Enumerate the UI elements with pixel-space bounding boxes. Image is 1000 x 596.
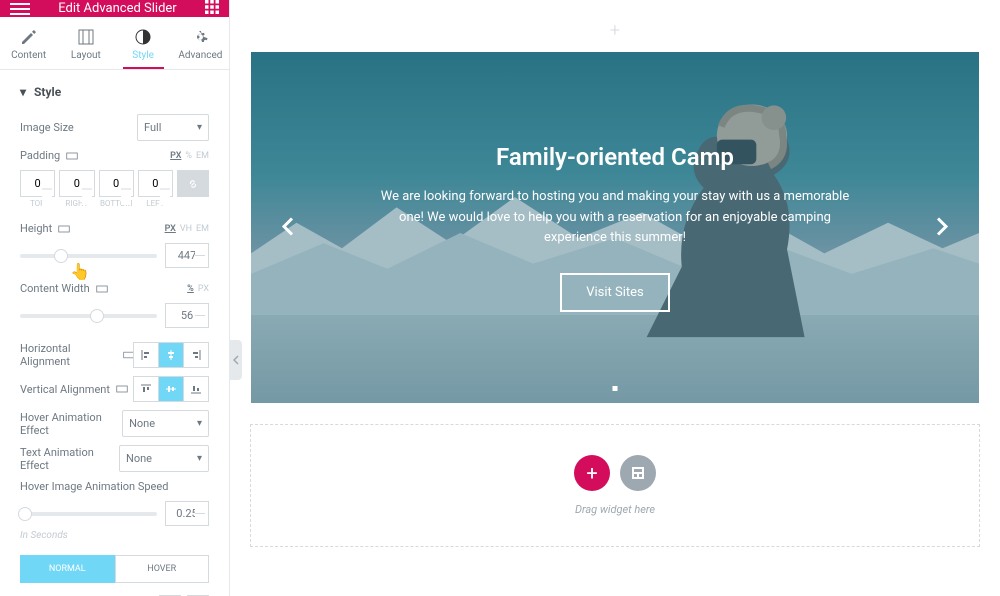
- content-width-value[interactable]: 56: [165, 303, 209, 328]
- label-hover-speed: Hover Image Animation Speed: [20, 480, 209, 493]
- state-tab-normal[interactable]: NORMAL: [20, 555, 115, 583]
- sidebar-header: Edit Advanced Slider: [0, 0, 229, 17]
- height-value[interactable]: 447: [165, 243, 209, 268]
- select-image-size[interactable]: Full▾: [137, 114, 209, 141]
- padding-left-input[interactable]: [138, 170, 173, 197]
- tabs: Content Layout Style Advanced: [0, 17, 229, 70]
- height-units[interactable]: PX VH EM: [165, 224, 209, 234]
- tab-label: Style: [132, 50, 154, 61]
- label-text-anim: Text Animation Effect: [20, 446, 119, 472]
- menu-burger-icon[interactable]: [10, 3, 30, 15]
- drop-zone[interactable]: + Drag widget here: [250, 424, 980, 547]
- label-content-width: Content Width: [20, 282, 108, 295]
- v-align-middle[interactable]: [158, 376, 184, 402]
- tab-advanced[interactable]: Advanced: [172, 17, 229, 69]
- padding-bottom-input[interactable]: [99, 170, 134, 197]
- h-align-center[interactable]: [158, 342, 184, 368]
- tab-label: Content: [11, 50, 46, 61]
- slider-prev-arrow[interactable]: [266, 204, 310, 251]
- advanced-slider-widget[interactable]: Family-oriented Camp We are looking forw…: [250, 51, 980, 404]
- padding-top-input[interactable]: [20, 170, 55, 197]
- slide-cta-button[interactable]: Visit Sites: [560, 273, 670, 312]
- pencil-icon: [0, 29, 57, 45]
- label-height: Height: [20, 222, 70, 235]
- h-align-left[interactable]: [133, 342, 159, 368]
- desktop-icon: [66, 150, 78, 162]
- label-image-size: Image Size: [20, 121, 74, 134]
- tab-style[interactable]: Style: [115, 17, 172, 69]
- slide-description: We are looking forward to hosting you an…: [375, 187, 855, 249]
- h-align-right[interactable]: [183, 342, 209, 368]
- tab-label: Advanced: [178, 50, 222, 61]
- select-text-anim[interactable]: None▾: [119, 445, 209, 472]
- contrast-icon: [115, 29, 172, 45]
- slider-pagination[interactable]: [613, 386, 618, 391]
- tab-label: Layout: [71, 50, 101, 61]
- gear-icon: [172, 29, 229, 45]
- label-hover-anim: Hover Animation Effect: [20, 411, 122, 437]
- height-slider[interactable]: [20, 254, 157, 258]
- v-align-top[interactable]: [133, 376, 159, 402]
- drop-hint: Drag widget here: [281, 503, 949, 516]
- section-toggle-style[interactable]: ▾ Style: [0, 70, 229, 114]
- hover-speed-value[interactable]: 0.25: [165, 501, 209, 526]
- tab-layout[interactable]: Layout: [57, 17, 114, 69]
- caret-down-icon: ▾: [20, 85, 26, 99]
- select-hover-anim[interactable]: None▾: [122, 410, 209, 437]
- apps-icon[interactable]: [205, 0, 219, 17]
- padding-units[interactable]: PX % EM: [170, 151, 209, 161]
- content-width-units[interactable]: % PX: [187, 284, 209, 294]
- padding-right-input[interactable]: [59, 170, 94, 197]
- add-template-button[interactable]: [620, 455, 656, 491]
- label-h-align: Horizontal Alignment: [20, 342, 134, 368]
- desktop-icon: [58, 223, 70, 235]
- content-width-slider[interactable]: [20, 314, 157, 318]
- sidebar-collapse-handle[interactable]: [230, 340, 242, 380]
- label-padding: Padding: [20, 149, 78, 162]
- section-title: Style: [34, 85, 61, 99]
- slide-title: Family-oriented Camp: [496, 143, 734, 171]
- state-tab-hover[interactable]: HOVER: [115, 555, 210, 583]
- layout-icon: [57, 29, 114, 45]
- link-padding-icon[interactable]: [177, 170, 209, 197]
- hover-speed-hint: In Seconds: [20, 530, 209, 541]
- v-align-bottom[interactable]: [183, 376, 209, 402]
- header-title: Edit Advanced Slider: [30, 1, 205, 16]
- add-widget-button[interactable]: +: [574, 455, 610, 491]
- tab-content[interactable]: Content: [0, 17, 57, 69]
- label-v-align: Vertical Alignment: [20, 383, 128, 396]
- slider-next-arrow[interactable]: [920, 204, 964, 251]
- desktop-icon: [96, 283, 108, 295]
- add-section-top[interactable]: +: [250, 10, 980, 51]
- desktop-icon: [116, 383, 128, 395]
- hover-speed-slider[interactable]: [20, 512, 157, 516]
